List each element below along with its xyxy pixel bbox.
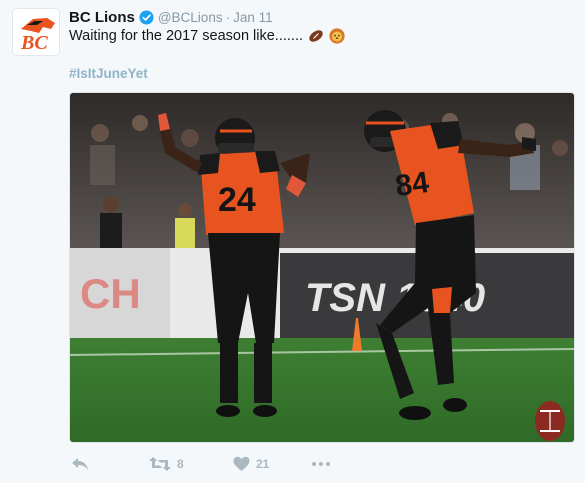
- display-name[interactable]: BC Lions: [69, 9, 135, 26]
- reply-icon: [72, 458, 88, 470]
- jersey-number-24: 24: [218, 181, 256, 219]
- tweet-header: BC Lions @BCLions · Jan 11: [69, 7, 273, 27]
- svg-text:CH: CH: [80, 270, 141, 317]
- more-dots-icon: [312, 462, 330, 466]
- like-count: 21: [256, 457, 270, 471]
- reply-button[interactable]: [71, 456, 89, 472]
- retweet-icon: [149, 457, 171, 471]
- header-separator: ·: [225, 9, 231, 25]
- tweet-card: BC BC Lions @BCLions · Jan 11 Waiting fo…: [0, 0, 585, 483]
- hashtag-link[interactable]: #IsItJuneYet: [69, 66, 148, 81]
- tweet-text: Waiting for the 2017 season like.......: [69, 28, 304, 44]
- svg-text:BC: BC: [20, 32, 48, 54]
- like-button[interactable]: 21: [233, 456, 269, 472]
- lion-face-emoji-icon: [329, 28, 345, 44]
- screen-name[interactable]: @BCLions: [158, 10, 223, 25]
- tweet-photo[interactable]: CH TSN 1040 24 84: [69, 92, 575, 443]
- football-emoji-icon: [308, 28, 324, 44]
- verified-badge-icon: [139, 9, 154, 25]
- retweet-count: 8: [177, 457, 184, 471]
- profile-avatar[interactable]: BC: [12, 8, 60, 56]
- football-players-dancing-photo: CH TSN 1040 24 84: [70, 93, 574, 442]
- jersey-number-84: 84: [393, 166, 431, 203]
- timestamp-link[interactable]: Jan 11: [233, 10, 273, 25]
- more-options-button[interactable]: [311, 456, 331, 472]
- football-icon: [535, 401, 565, 441]
- tweet-text-row: Waiting for the 2017 season like.......: [69, 28, 345, 44]
- bc-lions-logo-icon: BC: [13, 9, 59, 55]
- heart-icon: [233, 456, 250, 471]
- retweet-button[interactable]: 8: [149, 456, 184, 472]
